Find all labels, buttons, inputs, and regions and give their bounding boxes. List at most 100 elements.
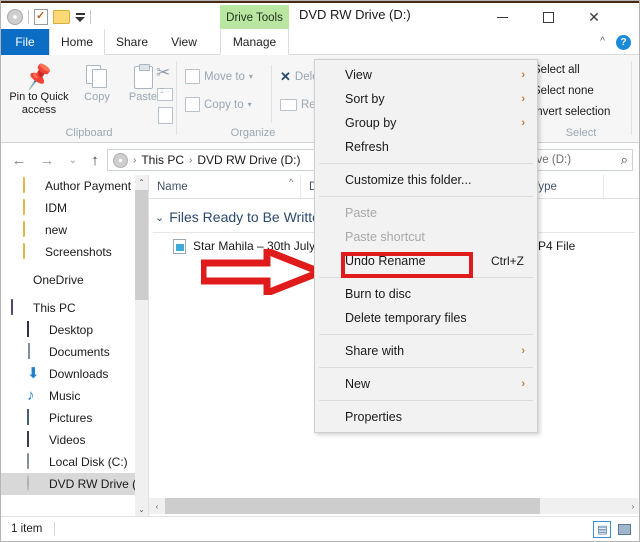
- cut-icon[interactable]: ✂: [156, 63, 170, 83]
- menu-separator: [319, 367, 533, 368]
- navigation-pane[interactable]: Author Payment IDM new Screenshots OneDr…: [1, 175, 149, 517]
- maximize-button[interactable]: [525, 3, 571, 31]
- tab-file[interactable]: File: [1, 29, 49, 55]
- context-menu-item-undo-rename[interactable]: Undo Rename Ctrl+Z: [315, 249, 537, 273]
- minimize-button[interactable]: [479, 3, 525, 31]
- column-header-name[interactable]: Name: [149, 175, 301, 198]
- sidebar-item-screenshots[interactable]: Screenshots: [1, 241, 148, 263]
- contextual-tab-group-drive-tools[interactable]: Drive Tools: [220, 5, 289, 31]
- sidebar-item-local-disk-c[interactable]: Local Disk (C:): [1, 451, 148, 473]
- item-count-label: 1 item: [11, 523, 43, 535]
- search-icon[interactable]: ⌕: [621, 152, 628, 168]
- paste-shortcut-icon[interactable]: [158, 107, 173, 124]
- context-menu-item-new[interactable]: New ›: [315, 372, 537, 396]
- sidebar-item-desktop[interactable]: Desktop: [1, 319, 148, 341]
- recent-locations-button[interactable]: ⌄: [63, 150, 83, 170]
- sidebar-item-this-pc[interactable]: This PC: [1, 297, 148, 319]
- sidebar-item-videos[interactable]: Videos: [1, 429, 148, 451]
- sidebar-item-author-payment[interactable]: Author Payment: [1, 175, 148, 197]
- details-view-icon: ▤: [597, 524, 607, 536]
- pictures-icon: [27, 409, 43, 426]
- navigation-pane-scrollbar[interactable]: ⌃ ⌄: [135, 175, 148, 517]
- paste-icon: [133, 59, 153, 89]
- copy-to-button[interactable]: Copy to ▾: [185, 95, 252, 114]
- file-explorer-window: Drive Tools DVD RW Drive (D:) ✕ File Hom…: [0, 0, 640, 542]
- context-menu-item-sort-by[interactable]: Sort by ›: [315, 87, 537, 111]
- context-menu-item-properties[interactable]: Properties: [315, 405, 537, 429]
- submenu-arrow-icon: ›: [521, 69, 525, 81]
- breadcrumb-this-pc[interactable]: This PC: [141, 153, 184, 167]
- menu-item-label: Properties: [345, 410, 402, 424]
- tab-manage[interactable]: Manage: [220, 29, 289, 55]
- submenu-arrow-icon: ›: [521, 117, 525, 129]
- sidebar-item-dvd-rw-drive[interactable]: DVD RW Drive (D:): [1, 473, 148, 495]
- sidebar-item-new[interactable]: new: [1, 219, 148, 241]
- context-menu-item-refresh[interactable]: Refresh: [315, 135, 537, 159]
- menu-item-label: Delete temporary files: [345, 311, 467, 325]
- customize-qat-caret-icon[interactable]: [75, 12, 85, 22]
- new-folder-icon[interactable]: [53, 10, 70, 24]
- disc-icon[interactable]: [7, 9, 23, 25]
- delete-icon: ✕: [280, 68, 291, 84]
- sidebar-item-label: Documents: [49, 345, 110, 359]
- tab-share[interactable]: Share: [105, 29, 159, 55]
- copy-path-icon[interactable]: ⌶⋯: [157, 88, 173, 101]
- menu-item-label: View: [345, 68, 372, 82]
- tab-home[interactable]: Home: [49, 29, 105, 55]
- copy-button[interactable]: Copy: [73, 59, 121, 104]
- scroll-left-icon[interactable]: ‹: [149, 498, 165, 514]
- sidebar-item-documents[interactable]: Documents: [1, 341, 148, 363]
- context-menu-item-burn-to-disc[interactable]: Burn to disc: [315, 282, 537, 306]
- context-menu[interactable]: View › Sort by › Group by › Refresh Cust…: [314, 59, 538, 433]
- search-input[interactable]: ive (D:) ⌕: [529, 149, 633, 171]
- forward-button[interactable]: →: [37, 150, 57, 170]
- context-menu-item-delete-temporary-files[interactable]: Delete temporary files: [315, 306, 537, 330]
- this-pc-icon: [11, 299, 27, 316]
- title-bar: Drive Tools DVD RW Drive (D:) ✕: [1, 1, 639, 31]
- maximize-icon: [542, 11, 554, 23]
- invert-selection-button[interactable]: Invert selection: [533, 106, 610, 123]
- thumbnail-view-button[interactable]: [615, 521, 633, 538]
- ribbon-group-clipboard: 📌 Pin to Quick access Copy Paste ✂ ⌶⋯ Cl…: [1, 55, 177, 143]
- context-menu-item-customize-this-folder[interactable]: Customize this folder...: [315, 168, 537, 192]
- breadcrumb-separator-1: ›: [133, 154, 137, 166]
- sidebar-item-idm[interactable]: IDM: [1, 197, 148, 219]
- sidebar-item-onedrive[interactable]: OneDrive: [1, 269, 148, 291]
- details-view-button[interactable]: ▤: [593, 521, 611, 538]
- organize-inner-divider: [271, 65, 272, 123]
- scrollbar-thumb[interactable]: [135, 190, 148, 300]
- context-menu-item-group-by[interactable]: Group by ›: [315, 111, 537, 135]
- help-icon[interactable]: ?: [616, 35, 631, 50]
- h-scrollbar-thumb[interactable]: [165, 498, 540, 514]
- up-button[interactable]: ↑: [85, 150, 105, 170]
- scroll-down-icon[interactable]: ⌄: [135, 502, 148, 517]
- pin-to-quick-access-button[interactable]: 📌 Pin to Quick access: [3, 59, 75, 116]
- file-list-horizontal-scrollbar[interactable]: ‹ ›: [149, 498, 639, 514]
- back-button[interactable]: ←: [9, 150, 29, 170]
- context-menu-item-share-with[interactable]: Share with ›: [315, 339, 537, 363]
- breadcrumb-dvd-drive[interactable]: DVD RW Drive (D:): [197, 153, 300, 167]
- status-divider: [54, 522, 56, 536]
- copy-label: Copy: [84, 91, 110, 103]
- scroll-right-icon[interactable]: ›: [625, 498, 639, 514]
- select-none-button[interactable]: Select none: [533, 85, 594, 102]
- menu-item-label: Paste shortcut: [345, 230, 425, 244]
- sidebar-item-pictures[interactable]: Pictures: [1, 407, 148, 429]
- properties-icon[interactable]: [34, 9, 48, 25]
- sidebar-item-downloads[interactable]: ⬇ Downloads: [1, 363, 148, 385]
- select-all-button[interactable]: Select all: [533, 64, 580, 81]
- context-menu-item-view[interactable]: View ›: [315, 63, 537, 87]
- close-button[interactable]: ✕: [571, 3, 617, 31]
- move-to-button[interactable]: Move to ▾: [185, 67, 253, 86]
- tab-view[interactable]: View: [159, 29, 209, 55]
- chevron-down-icon: ▾: [248, 72, 253, 81]
- annotation-arrow-icon: [201, 249, 323, 295]
- group-chevron-icon[interactable]: ⌄: [155, 211, 164, 224]
- menu-separator: [319, 196, 533, 197]
- mp4-file-icon: [173, 238, 186, 254]
- sidebar-item-music[interactable]: ♪ Music: [1, 385, 148, 407]
- scroll-up-icon[interactable]: ⌃: [135, 175, 148, 190]
- collapse-ribbon-icon[interactable]: ^: [600, 36, 605, 47]
- sidebar-item-label: Music: [49, 389, 81, 403]
- menu-item-label: Group by: [345, 116, 397, 130]
